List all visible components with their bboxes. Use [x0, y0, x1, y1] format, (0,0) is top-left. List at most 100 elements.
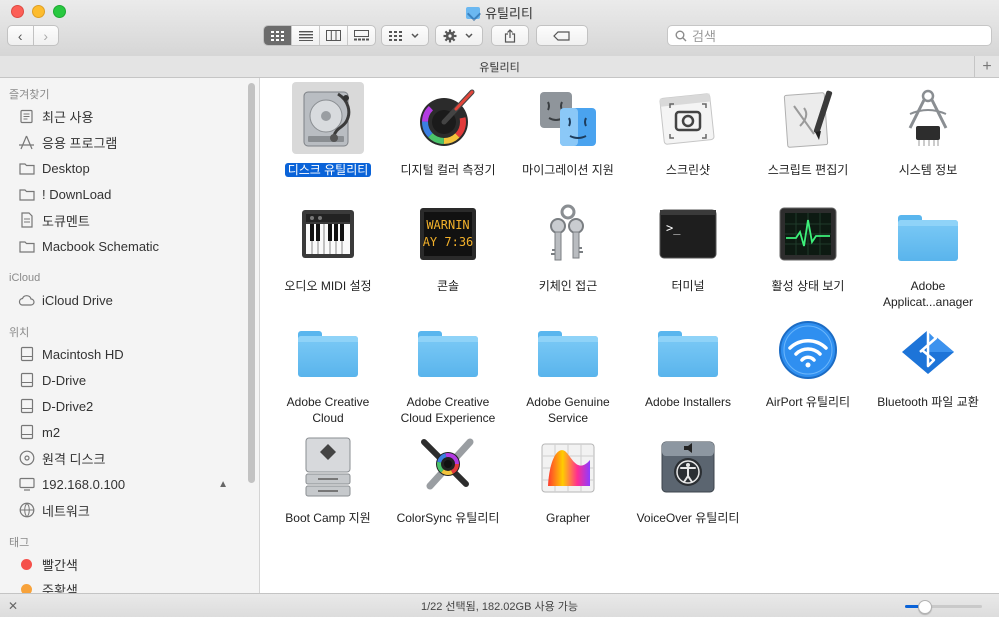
arrange-button[interactable] — [381, 25, 429, 46]
sidebar-item-label: 네트워크 — [42, 503, 90, 519]
folder-icon — [18, 160, 35, 177]
sidebar-item-remote-disc[interactable]: 원격 디스크 — [18, 447, 248, 469]
file-label: 키체인 접근 — [538, 279, 598, 293]
sidebar-item-network-server[interactable]: 192.168.0.100 ▲ — [18, 473, 248, 495]
chevron-down-icon — [465, 32, 473, 38]
file-item-system-information[interactable]: 시스템 정보 — [868, 82, 988, 178]
bootcamp-icon — [296, 434, 360, 498]
icon-view-button[interactable] — [264, 26, 292, 45]
file-item-digital-color-meter[interactable]: 디지털 컬러 측정기 — [388, 82, 508, 178]
sidebar-item-label: Macintosh HD — [42, 346, 124, 362]
action-button[interactable] — [435, 25, 483, 46]
file-item-voiceover-utility[interactable]: VoiceOver 유틸리티 — [628, 430, 748, 526]
file-item-terminal[interactable]: >_ 터미널 — [628, 198, 748, 294]
sidebar-item-applications[interactable]: 응용 프로그램 — [18, 131, 248, 153]
sidebar-item-d-drive2[interactable]: D-Drive2 — [18, 395, 248, 417]
list-view-button[interactable] — [292, 26, 320, 45]
file-label: 디지털 컬러 측정기 — [400, 163, 496, 177]
sidebar-item-download[interactable]: ! DownLoad — [18, 183, 248, 205]
applications-icon — [18, 134, 35, 151]
file-label: 활성 상태 보기 — [771, 279, 845, 293]
window-title: 유틸리티 — [0, 3, 999, 22]
file-item-adobe-genuine-service[interactable]: Adobe Genuine Service — [508, 314, 628, 426]
file-item-bluetooth-file-exchange[interactable]: Bluetooth 파일 교환 — [868, 314, 988, 410]
file-item-audio-midi-setup[interactable]: 오디오 MIDI 설정 — [268, 198, 388, 294]
tab-bar: 유틸리티 + — [0, 56, 999, 78]
sidebar-item-macbook-schematic[interactable]: Macbook Schematic — [18, 235, 248, 257]
finder-window: 유틸리티 ‹ › 검색 유틸리티 + 즐겨찾기 최근 사용 응용 프로그램 De… — [0, 0, 999, 617]
new-tab-button[interactable]: + — [974, 56, 999, 77]
file-item-grapher[interactable]: Grapher — [508, 430, 628, 526]
file-item-airport-utility[interactable]: AirPort 유틸리티 — [748, 314, 868, 410]
share-button[interactable] — [491, 25, 529, 46]
forward-button[interactable]: › — [34, 26, 59, 45]
folder-icon — [658, 331, 718, 377]
search-icon — [675, 30, 687, 41]
file-item-console[interactable]: WARNIN AY 7:36 콘솔 — [388, 198, 508, 294]
sidebar-item-macintosh-hd[interactable]: Macintosh HD — [18, 343, 248, 365]
sidebar-item-label: 최근 사용 — [42, 109, 94, 125]
file-item-colorsync-utility[interactable]: ColorSync 유틸리티 — [388, 430, 508, 526]
file-item-adobe-application-manager[interactable]: Adobe Applicat...anager — [868, 198, 988, 310]
disk-icon — [18, 372, 35, 389]
sidebar-item-m2[interactable]: m2 — [18, 421, 248, 443]
sidebar-item-tag-orange[interactable]: 주황색 — [18, 578, 248, 593]
eject-icon[interactable]: ▲ — [218, 479, 228, 490]
back-button[interactable]: ‹ — [8, 26, 34, 45]
color-meter-icon — [416, 86, 480, 150]
disk-icon — [18, 346, 35, 363]
file-item-migration-assistant[interactable]: 마이그레이션 지원 — [508, 82, 628, 178]
sidebar-item-network[interactable]: 네트워크 — [18, 499, 248, 521]
folder-icon — [298, 331, 358, 377]
tag-button[interactable] — [536, 25, 588, 46]
file-item-script-editor[interactable]: 스크립트 편집기 — [748, 82, 868, 178]
gallery-view-button[interactable] — [348, 26, 375, 45]
file-item-adobe-creative-cloud[interactable]: Adobe Creative Cloud — [268, 314, 388, 426]
optical-disc-icon — [18, 450, 35, 467]
sidebar-item-documents[interactable]: 도큐멘트 — [18, 209, 248, 231]
file-label: 디스크 유틸리티 — [284, 163, 372, 177]
sidebar-item-d-drive[interactable]: D-Drive — [18, 369, 248, 391]
status-text: 1/22 선택됨, 182.02GB 사용 가능 — [420, 601, 579, 613]
sidebar-header-favorites: 즐겨찾기 — [9, 89, 50, 101]
icon-size-slider-knob[interactable] — [918, 600, 933, 614]
display-icon — [18, 476, 35, 493]
share-icon — [504, 28, 516, 43]
recents-icon — [18, 108, 35, 125]
sidebar-item-label: 원격 디스크 — [42, 451, 106, 467]
column-view-button[interactable] — [320, 26, 348, 45]
sidebar-item-icloud-drive[interactable]: iCloud Drive — [18, 289, 248, 311]
cloud-icon — [18, 292, 35, 309]
keychain-icon — [536, 202, 600, 266]
file-item-disk-utility[interactable]: 디스크 유틸리티 — [268, 82, 388, 178]
file-item-screenshot[interactable]: 스크린샷 — [628, 82, 748, 178]
sidebar-scrollbar[interactable] — [248, 83, 255, 483]
file-item-activity-monitor[interactable]: 활성 상태 보기 — [748, 198, 868, 294]
colorsync-icon — [416, 434, 480, 498]
search-field[interactable]: 검색 — [667, 25, 992, 46]
file-item-adobe-installers[interactable]: Adobe Installers — [628, 314, 748, 410]
file-item-adobe-cc-experience[interactable]: Adobe Creative Cloud Experience — [388, 314, 508, 426]
chevron-right-icon: › — [43, 27, 49, 44]
file-label: 콘솔 — [436, 279, 460, 293]
columns-icon — [326, 30, 341, 41]
file-label: Boot Camp 지원 — [285, 511, 371, 525]
sidebar-item-desktop[interactable]: Desktop — [18, 157, 248, 179]
folder-icon — [898, 215, 958, 261]
voiceover-icon — [656, 434, 720, 498]
gallery-icon — [354, 30, 369, 41]
tab-utilities[interactable]: 유틸리티 — [479, 59, 519, 75]
sidebar-item-label: 빨간색 — [42, 557, 78, 573]
sidebar-item-recents[interactable]: 최근 사용 — [18, 105, 248, 127]
file-label: Bluetooth 파일 교환 — [877, 395, 979, 409]
file-item-keychain-access[interactable]: 키체인 접근 — [508, 198, 628, 294]
plus-icon: + — [982, 57, 992, 75]
terminal-icon: >_ — [656, 202, 720, 266]
file-label: Adobe Creative Cloud Experience — [400, 395, 496, 425]
file-label: 오디오 MIDI 설정 — [284, 279, 372, 293]
migration-icon — [536, 86, 600, 150]
icon-size-slider[interactable] — [905, 600, 982, 614]
sidebar-item-label: m2 — [42, 424, 61, 440]
file-item-boot-camp-assistant[interactable]: Boot Camp 지원 — [268, 430, 388, 526]
sidebar-item-tag-red[interactable]: 빨간색 — [18, 553, 248, 575]
